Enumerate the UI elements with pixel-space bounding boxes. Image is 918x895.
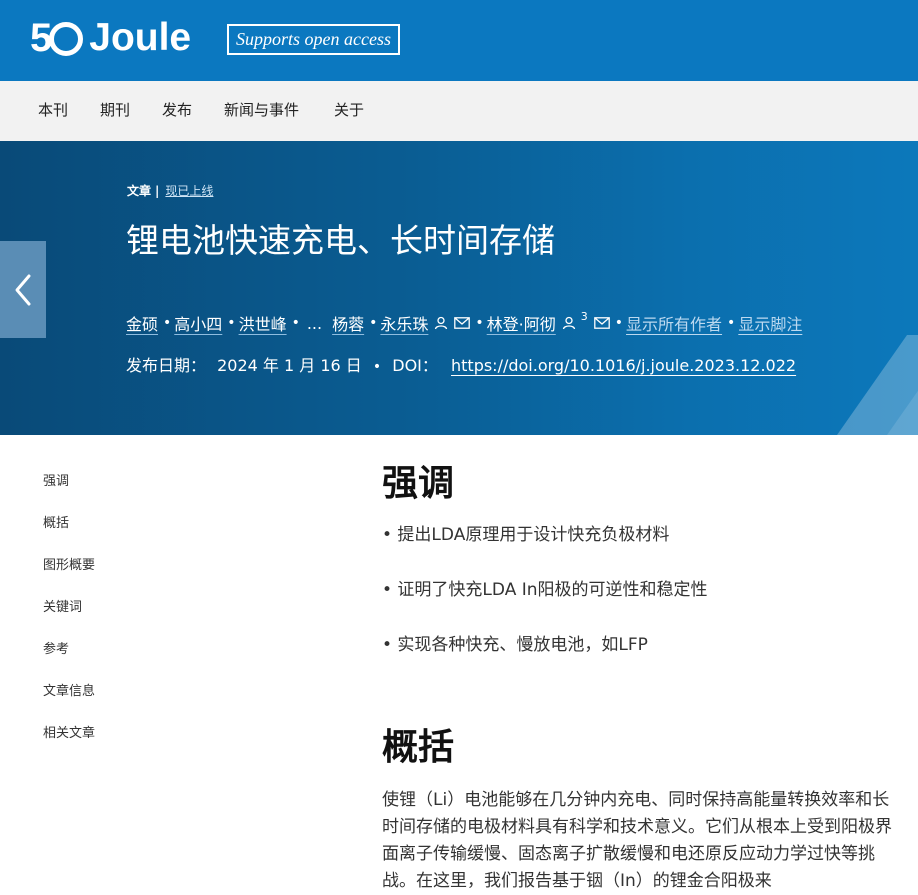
nav-item-issues[interactable]: 期刊 bbox=[100, 81, 130, 141]
previous-article-button[interactable] bbox=[0, 241, 46, 338]
doi-label: DOI： bbox=[392, 356, 438, 375]
highlight-item: • 提出LDA原理用于设计快充负极材料 bbox=[382, 525, 670, 545]
author-link[interactable]: 林登·阿彻 bbox=[487, 311, 556, 335]
logo-number: 5 bbox=[30, 16, 52, 60]
logo-name: Joule bbox=[89, 16, 192, 59]
article-title: 锂电池快速充电、长时间存储 bbox=[126, 221, 555, 260]
author-list: 金硕 • 高小四 • 洪世峰 • ... 杨蓉 • 永乐珠 • 林登·阿彻 3 … bbox=[126, 310, 802, 335]
show-all-authors-link[interactable]: 显示所有作者 bbox=[626, 311, 722, 335]
email-icon[interactable] bbox=[454, 317, 471, 329]
show-footnotes-link[interactable]: 显示脚注 bbox=[738, 311, 802, 335]
article-type: 文章 bbox=[127, 184, 152, 198]
author-link[interactable]: 高小四 bbox=[174, 311, 222, 335]
brand-header: 5 Joule Supports open access bbox=[0, 0, 918, 81]
nav-item-publish[interactable]: 发布 bbox=[162, 81, 192, 141]
separator-dot: • bbox=[369, 315, 378, 331]
highlights-section: 强调 • 提出LDA原理用于设计快充负极材料 • 证明了快充LDA In阳极的可… bbox=[382, 459, 892, 655]
separator-dot: • bbox=[291, 315, 300, 331]
more-authors-ellipsis: ... bbox=[306, 313, 323, 333]
highlight-item: • 实现各种快充、慢放电池，如LFP bbox=[382, 635, 648, 655]
publish-date: 2024 年 1 月 16 日 bbox=[217, 356, 362, 375]
author-link[interactable]: 洪世峰 bbox=[239, 311, 287, 335]
person-icon[interactable] bbox=[562, 316, 576, 330]
toc-item-summary[interactable]: 概括 bbox=[43, 514, 95, 556]
separator-dot: • bbox=[372, 359, 382, 375]
breadcrumb: 文章 | 现已上线 bbox=[127, 182, 213, 199]
separator-dot: • bbox=[614, 315, 624, 331]
affiliation-superscript[interactable]: 3 bbox=[581, 310, 588, 323]
nav-item-about[interactable]: 关于 bbox=[334, 81, 364, 141]
separator-dot: • bbox=[227, 315, 236, 331]
publication-info: 发布日期： 2024 年 1 月 16 日 • DOI： https://doi… bbox=[126, 352, 796, 376]
online-status-link[interactable]: 现已上线 bbox=[165, 184, 213, 198]
highlights-heading: 强调 bbox=[382, 463, 455, 504]
logo-ring-icon bbox=[49, 22, 84, 56]
toc-item-references[interactable]: 参考 bbox=[43, 640, 95, 682]
separator-dot: • bbox=[475, 315, 484, 331]
toc-item-article-info[interactable]: 文章信息 bbox=[43, 682, 95, 724]
person-icon[interactable] bbox=[434, 316, 448, 330]
summary-heading: 概括 bbox=[382, 727, 455, 768]
nav-item-news-events[interactable]: 新闻与事件 bbox=[224, 81, 299, 141]
table-of-contents: 强调 概括 图形概要 关键词 参考 文章信息 相关文章 bbox=[43, 472, 95, 766]
summary-text: 使锂（Li）电池能够在几分钟内充电、同时保持高能量转换效率和长时间存储的电极材料… bbox=[382, 790, 892, 891]
main-nav: 本刊 期刊 发布 新闻与事件 关于 bbox=[0, 81, 918, 141]
highlight-item: • 证明了快充LDA In阳极的可逆性和稳定性 bbox=[382, 580, 708, 600]
open-access-badge: Supports open access bbox=[227, 24, 400, 55]
toc-item-highlights[interactable]: 强调 bbox=[43, 472, 95, 514]
summary-section: 概括 bbox=[382, 723, 892, 773]
author-link[interactable]: 金硕 bbox=[126, 311, 158, 335]
toc-item-graphical-abstract[interactable]: 图形概要 bbox=[43, 556, 95, 598]
journal-logo[interactable]: 5 Joule bbox=[30, 16, 191, 60]
chevron-left-icon bbox=[15, 274, 31, 305]
toc-item-keywords[interactable]: 关键词 bbox=[43, 598, 95, 640]
email-icon[interactable] bbox=[593, 317, 610, 329]
doi-link[interactable]: https://doi.org/10.1016/j.joule.2023.12.… bbox=[451, 356, 796, 375]
nav-item-journal[interactable]: 本刊 bbox=[38, 81, 68, 141]
toc-item-related-articles[interactable]: 相关文章 bbox=[43, 724, 95, 766]
author-link[interactable]: 杨蓉 bbox=[332, 311, 364, 335]
breadcrumb-separator: | bbox=[155, 184, 160, 198]
publish-date-label: 发布日期： bbox=[126, 356, 207, 375]
author-link[interactable]: 永乐珠 bbox=[380, 311, 428, 335]
separator-dot: • bbox=[727, 315, 736, 331]
separator-dot: • bbox=[163, 315, 172, 331]
